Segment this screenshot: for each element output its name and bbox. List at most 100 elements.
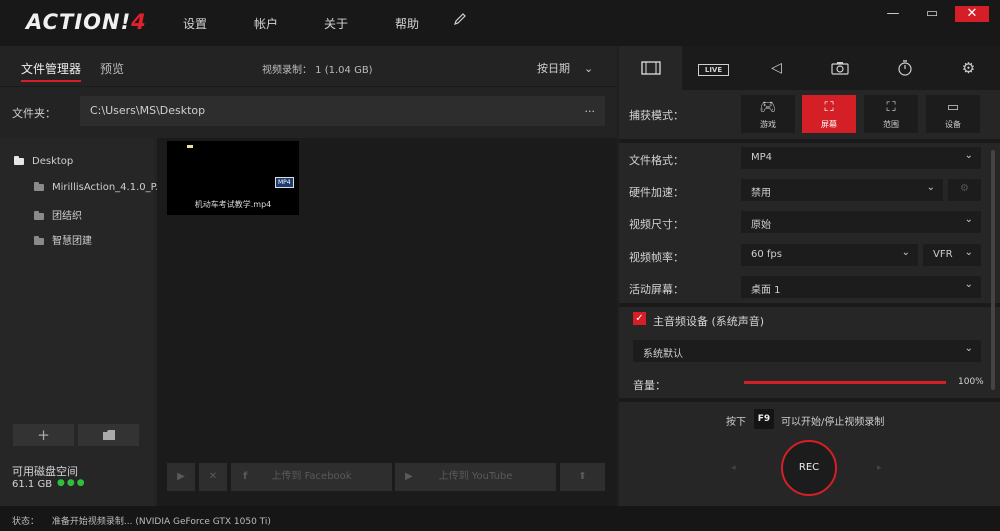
facebook-icon: f bbox=[243, 471, 248, 482]
browse-folder-button[interactable]: ... bbox=[585, 102, 596, 115]
camera-icon bbox=[830, 62, 849, 75]
hotkey-key: F9 bbox=[754, 409, 774, 429]
region-icon: ⛶ bbox=[886, 100, 896, 115]
fps-mode-select[interactable]: VFR ⌄ bbox=[923, 244, 981, 266]
file-format-select[interactable]: MP4 ⌄ bbox=[741, 147, 981, 169]
stopwatch-icon bbox=[897, 60, 912, 76]
upload-facebook-button[interactable]: f 上传到 Facebook bbox=[231, 463, 392, 491]
status-label: 状态： bbox=[12, 517, 40, 527]
upload-button[interactable]: ⬆ bbox=[560, 463, 605, 491]
fps-label: 视频帧率： bbox=[629, 251, 684, 264]
settings-scrollbar[interactable] bbox=[991, 150, 995, 390]
folder-icon bbox=[14, 155, 24, 165]
gamepad-icon: 🎮︎ bbox=[759, 100, 777, 115]
status-text: 准备开始视频录制... (NVIDIA GeForce GTX 1050 Ti) bbox=[51, 517, 271, 527]
status-bar: 状态： 准备开始视频录制... (NVIDIA GeForce GTX 1050… bbox=[0, 506, 1000, 531]
pen-icon[interactable] bbox=[453, 12, 467, 29]
tab-settings[interactable]: ⚙ bbox=[937, 46, 1000, 90]
tab-live[interactable]: LIVE bbox=[682, 46, 745, 90]
capture-mode-label: 捕获模式： bbox=[629, 109, 684, 122]
menu-settings[interactable]: 设置 bbox=[183, 15, 207, 32]
disk-status-icon: ●●● bbox=[57, 478, 87, 488]
folder-icon bbox=[34, 181, 44, 191]
mp4-badge: MP4 bbox=[275, 177, 294, 188]
video-size-select[interactable]: 原始 ⌄ bbox=[741, 211, 981, 233]
tab-audio[interactable]: ◁ bbox=[745, 46, 808, 90]
delete-button[interactable]: ✕ bbox=[199, 463, 227, 491]
title-bar bbox=[0, 0, 1000, 46]
tab-screenshot[interactable] bbox=[808, 46, 871, 90]
tab-preview[interactable]: 预览 bbox=[100, 60, 124, 77]
speaker-icon: ◁ bbox=[771, 60, 782, 76]
folder-tree bbox=[0, 138, 154, 506]
hotkey-hint: 可以开始/停止视频录制 bbox=[781, 417, 885, 428]
audio-device-checkbox[interactable]: ✓ bbox=[633, 312, 646, 325]
gear-icon: ⚙ bbox=[961, 59, 976, 77]
disk-space-value: 61.1 GB bbox=[12, 479, 53, 490]
hw-accel-label: 硬件加速： bbox=[629, 186, 684, 199]
capture-mode-game[interactable]: 🎮︎ 游戏 bbox=[741, 95, 795, 133]
tab-video[interactable] bbox=[619, 46, 682, 90]
fps-select[interactable]: 60 fps ⌄ bbox=[741, 244, 918, 266]
hw-accel-select[interactable]: 禁用 ⌄ bbox=[741, 179, 943, 201]
tree-item[interactable]: 智慧团建 bbox=[34, 232, 92, 247]
folder-link-button[interactable] bbox=[78, 424, 139, 446]
record-button[interactable]: REC bbox=[781, 440, 837, 496]
tab-timer[interactable] bbox=[873, 46, 936, 90]
chevron-down-icon: ⌄ bbox=[964, 343, 973, 354]
hotkey-prefix: 按下 bbox=[726, 417, 746, 428]
youtube-icon: ▶ bbox=[405, 471, 413, 482]
gear-icon: ⚙ bbox=[960, 183, 969, 194]
tab-file-manager[interactable]: 文件管理器 bbox=[21, 60, 82, 82]
folder-icon bbox=[34, 235, 44, 245]
chevron-down-icon: ⌄ bbox=[901, 247, 910, 258]
folder-path-input[interactable]: C:\Users\MS\Desktop ... bbox=[80, 96, 605, 126]
video-thumbnail[interactable]: MP4 机动车考试教学.mp4 bbox=[167, 141, 299, 215]
audio-device-select[interactable]: 系统默认 ⌄ bbox=[633, 340, 981, 362]
hdmi-icon: ▭ bbox=[946, 100, 960, 115]
play-button[interactable]: ▶ bbox=[167, 463, 195, 491]
hw-accel-settings-button[interactable]: ⚙ bbox=[948, 179, 981, 201]
capture-mode-region[interactable]: ⛶ 范围 bbox=[864, 95, 918, 133]
chevron-down-icon: ⌄ bbox=[964, 247, 973, 258]
menu-help[interactable]: 帮助 bbox=[395, 15, 419, 32]
disk-space-label: 可用磁盘空间 bbox=[12, 465, 78, 478]
chevron-down-icon: ⌄ bbox=[926, 182, 935, 193]
fullscreen-icon: ⛶ bbox=[824, 100, 834, 115]
folder-link-icon bbox=[102, 430, 115, 440]
next-arrow[interactable]: ▸ bbox=[877, 463, 882, 473]
prev-arrow[interactable]: ◂ bbox=[731, 463, 736, 473]
folder-icon bbox=[34, 210, 44, 220]
chevron-down-icon: ⌄ bbox=[964, 279, 973, 290]
volume-value: 100% bbox=[958, 377, 984, 387]
tree-item-desktop[interactable]: Desktop bbox=[14, 155, 73, 167]
restore-button[interactable]: ▭ bbox=[915, 6, 949, 22]
tree-item[interactable]: 团结织 bbox=[34, 207, 82, 222]
chevron-down-icon: ⌄ bbox=[964, 150, 973, 161]
active-screen-select[interactable]: 桌面 1 ⌄ bbox=[741, 276, 981, 298]
sort-dropdown[interactable]: 按日期 ⌄ bbox=[537, 60, 593, 76]
folder-label: 文件夹： bbox=[12, 107, 56, 120]
capture-mode-device[interactable]: ▭ 设备 bbox=[926, 95, 980, 133]
menu-account[interactable]: 帐户 bbox=[254, 15, 278, 32]
chevron-down-icon: ⌄ bbox=[584, 62, 594, 75]
close-button[interactable]: ✕ bbox=[955, 6, 989, 22]
audio-device-label: 主音频设备 (系统声音) bbox=[653, 315, 765, 328]
thumbnail-filename: 机动车考试教学.mp4 bbox=[194, 200, 272, 209]
upload-youtube-button[interactable]: ▶ 上传到 YouTube bbox=[395, 463, 556, 491]
volume-slider[interactable] bbox=[744, 381, 946, 384]
capture-mode-screen[interactable]: ⛶ 屏幕 bbox=[802, 95, 856, 133]
minimize-button[interactable]: — bbox=[876, 6, 910, 22]
menu-about[interactable]: 关于 bbox=[324, 15, 348, 32]
volume-fill bbox=[744, 381, 946, 384]
volume-label: 音量： bbox=[633, 379, 666, 392]
video-size-label: 视频尺寸： bbox=[629, 218, 684, 231]
chevron-down-icon: ⌄ bbox=[964, 214, 973, 225]
film-icon bbox=[640, 61, 661, 75]
file-format-label: 文件格式： bbox=[629, 154, 684, 167]
add-folder-button[interactable]: + bbox=[13, 424, 74, 446]
app-logo: ACTION!4 bbox=[26, 10, 147, 34]
tree-item[interactable]: MirillisAction_4.1.0_P... bbox=[34, 181, 165, 193]
active-screen-label: 活动屏幕： bbox=[629, 283, 684, 296]
recording-info: 视频录制： 1 (1.04 GB) bbox=[262, 65, 373, 76]
